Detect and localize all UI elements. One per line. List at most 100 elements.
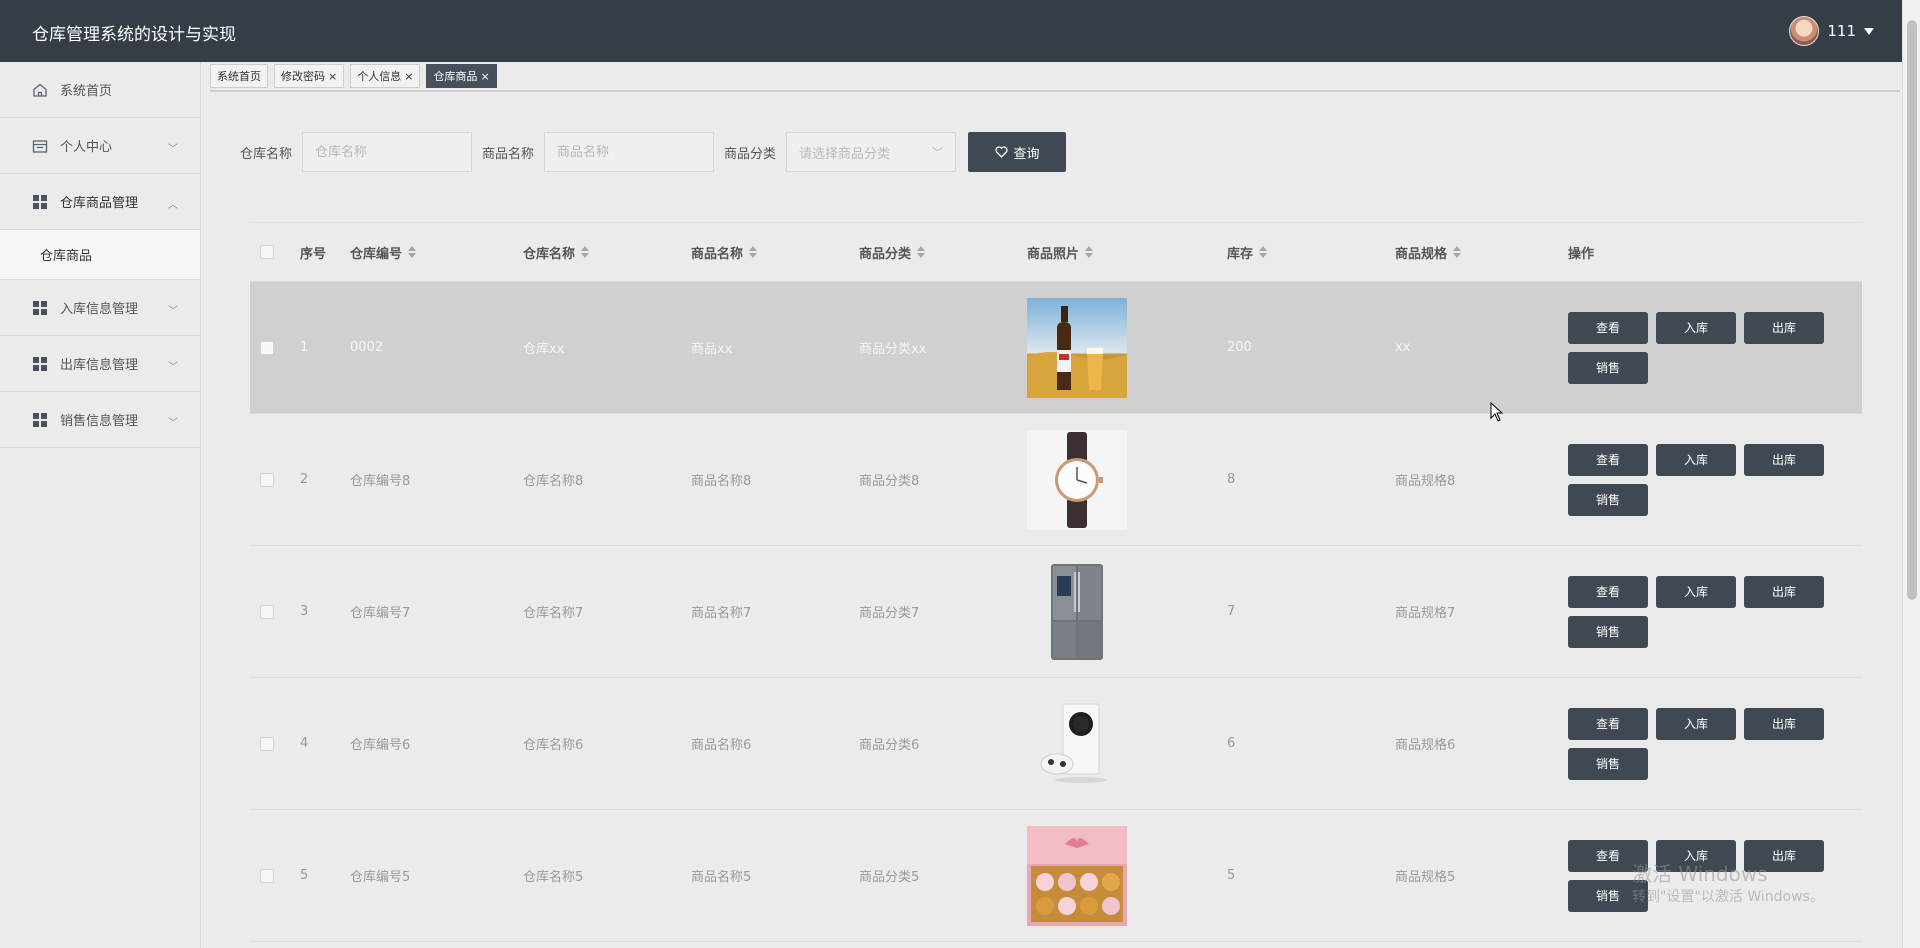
sidebar-item-home[interactable]: 系统首页: [0, 62, 200, 118]
column-header-photo[interactable]: 商品照片: [1027, 243, 1227, 262]
search-bar: 仓库名称 商品名称 商品分类 请选择商品分类 ﹀ 查询: [240, 132, 1067, 172]
cell-product: 商品xx: [691, 342, 733, 357]
sort-icon[interactable]: [749, 246, 758, 258]
cell-ops: 查看 入库 出库 销售: [1563, 311, 1853, 384]
column-header-product[interactable]: 商品名称: [691, 243, 859, 262]
table-row[interactable]: 2 仓库编号8 仓库名称8 商品名称8 商品分类8 8 商品规格8 查看 入库 …: [250, 414, 1862, 546]
cell-photo: [1027, 429, 1227, 530]
table-row[interactable]: 1 0002 仓库xx 商品xx 商品分类xx 200 xx 查看 入库 出库 …: [250, 282, 1862, 414]
chevron-up-icon: ︿: [168, 200, 178, 211]
category-label: 商品分类: [724, 146, 777, 162]
column-header-code[interactable]: 仓库编号: [350, 243, 523, 262]
column-header-index: 序号: [300, 246, 327, 262]
grid-icon: [32, 356, 48, 372]
row-checkbox[interactable]: [260, 868, 274, 883]
tab-personal-info[interactable]: 个人信息 ×: [350, 64, 421, 88]
tab-change-password[interactable]: 修改密码 ×: [274, 64, 345, 88]
view-button[interactable]: 查看: [1568, 575, 1648, 608]
tab-warehouse-goods[interactable]: 仓库商品 ×: [426, 64, 497, 88]
close-icon[interactable]: ×: [404, 70, 413, 83]
row-checkbox[interactable]: [260, 340, 274, 355]
console-photo[interactable]: [1027, 693, 1127, 794]
product-name-label: 商品名称: [482, 146, 535, 162]
cell-stock: 200: [1227, 340, 1252, 355]
view-button[interactable]: 查看: [1568, 311, 1648, 344]
sidebar-item-sales[interactable]: 销售信息管理 ﹀: [0, 392, 200, 448]
row-checkbox-cell: [250, 604, 300, 619]
cell-photo: [1027, 825, 1227, 926]
table-row[interactable]: 3 仓库编号7 仓库名称7 商品名称7 商品分类7 7 商品规格7 查看 入库 …: [250, 546, 1862, 678]
sort-icon[interactable]: [1085, 246, 1094, 258]
stock-in-button[interactable]: 入库: [1656, 575, 1736, 608]
sell-button[interactable]: 销售: [1568, 747, 1648, 780]
sort-icon[interactable]: [408, 246, 417, 258]
beer-photo[interactable]: [1027, 297, 1127, 398]
sort-icon[interactable]: [1259, 246, 1268, 258]
username[interactable]: 111: [1827, 22, 1856, 40]
stock-out-button[interactable]: 出库: [1744, 311, 1824, 344]
sort-icon[interactable]: [917, 246, 926, 258]
cell-category: 商品分类5: [859, 870, 920, 885]
sort-icon[interactable]: [1453, 246, 1462, 258]
view-button[interactable]: 查看: [1568, 443, 1648, 476]
avatar[interactable]: [1789, 16, 1820, 46]
query-button[interactable]: 查询: [968, 132, 1067, 172]
view-button[interactable]: 查看: [1568, 707, 1648, 740]
warehouse-name-input[interactable]: [302, 132, 473, 172]
cell-stock: 8: [1227, 472, 1236, 487]
row-checkbox[interactable]: [260, 736, 274, 751]
column-header-spec[interactable]: 商品规格: [1395, 243, 1563, 262]
sidebar-item-warehouse-goods[interactable]: 仓库商品管理 ︿: [0, 174, 200, 230]
sidebar-item-label: 系统首页: [60, 84, 113, 99]
category-select-placeholder: 请选择商品分类: [799, 146, 891, 162]
row-checkbox[interactable]: [260, 604, 274, 619]
column-header-category[interactable]: 商品分类: [859, 243, 1027, 262]
stock-in-button[interactable]: 入库: [1656, 311, 1736, 344]
grid-icon: [32, 412, 48, 428]
row-checkbox[interactable]: [260, 472, 274, 487]
chevron-down-icon: ﹀: [168, 418, 178, 429]
user-menu[interactable]: 111: [1789, 14, 1874, 48]
sell-button[interactable]: 销售: [1568, 483, 1648, 516]
cell-warehouse: 仓库名称8: [523, 474, 584, 489]
category-select[interactable]: 请选择商品分类 ﹀: [786, 132, 957, 172]
stock-out-button[interactable]: 出库: [1744, 707, 1824, 740]
row-checkbox-cell: [250, 736, 300, 751]
select-all-checkbox[interactable]: [260, 245, 274, 259]
close-icon[interactable]: ×: [328, 70, 337, 83]
page-scrollbar[interactable]: [1902, 0, 1920, 948]
close-icon[interactable]: ×: [480, 70, 489, 83]
column-header-label: 仓库编号: [350, 246, 403, 262]
caret-down-icon[interactable]: [1864, 27, 1874, 35]
scrollbar-thumb[interactable]: [1907, 20, 1917, 600]
column-header-stock[interactable]: 库存: [1227, 243, 1395, 262]
stock-out-button[interactable]: 出库: [1744, 575, 1824, 608]
sort-icon[interactable]: [581, 246, 590, 258]
sell-button[interactable]: 销售: [1568, 615, 1648, 648]
column-header-label: 商品照片: [1027, 246, 1080, 262]
column-header-warehouse[interactable]: 仓库名称: [523, 243, 691, 262]
sidebar-item-personal-center[interactable]: 个人中心 ﹀: [0, 118, 200, 174]
gift-box-photo[interactable]: [1027, 825, 1127, 926]
sidebar-item-inbound[interactable]: 入库信息管理 ﹀: [0, 280, 200, 336]
submenu-item-warehouse-goods[interactable]: 仓库商品: [0, 230, 200, 280]
column-header-label: 商品规格: [1395, 246, 1448, 262]
cell-product: 商品名称8: [691, 474, 752, 489]
home-icon: [32, 82, 48, 98]
chevron-down-icon: ﹀: [168, 306, 178, 317]
stock-out-button[interactable]: 出库: [1744, 443, 1824, 476]
cell-index: 3: [300, 604, 309, 619]
stock-in-button[interactable]: 入库: [1656, 707, 1736, 740]
table-row[interactable]: 4 仓库编号6 仓库名称6 商品名称6 商品分类6 6 商品规格6 查看 入库: [250, 678, 1862, 810]
sell-button[interactable]: 销售: [1568, 351, 1648, 384]
sidebar-item-outbound[interactable]: 出库信息管理 ﹀: [0, 336, 200, 392]
product-name-input[interactable]: [544, 132, 715, 172]
cell-code: 仓库编号8: [350, 474, 411, 489]
fridge-photo[interactable]: [1027, 561, 1127, 662]
stock-in-button[interactable]: 入库: [1656, 443, 1736, 476]
page-tabs: 系统首页 修改密码 × 个人信息 × 仓库商品 ×: [210, 62, 1900, 92]
watch-photo[interactable]: [1027, 429, 1127, 530]
sidebar: 系统首页 个人中心 ﹀ 仓库商品管理 ︿ 仓库商品 入库信息管理 ﹀ 出库信息管…: [0, 62, 201, 948]
tab-home[interactable]: 系统首页: [210, 64, 268, 88]
table-row[interactable]: 5 仓库编号5 仓库名称5 商品名称5 商品分类5 5 商品规格5 查看 入库 …: [250, 810, 1862, 942]
